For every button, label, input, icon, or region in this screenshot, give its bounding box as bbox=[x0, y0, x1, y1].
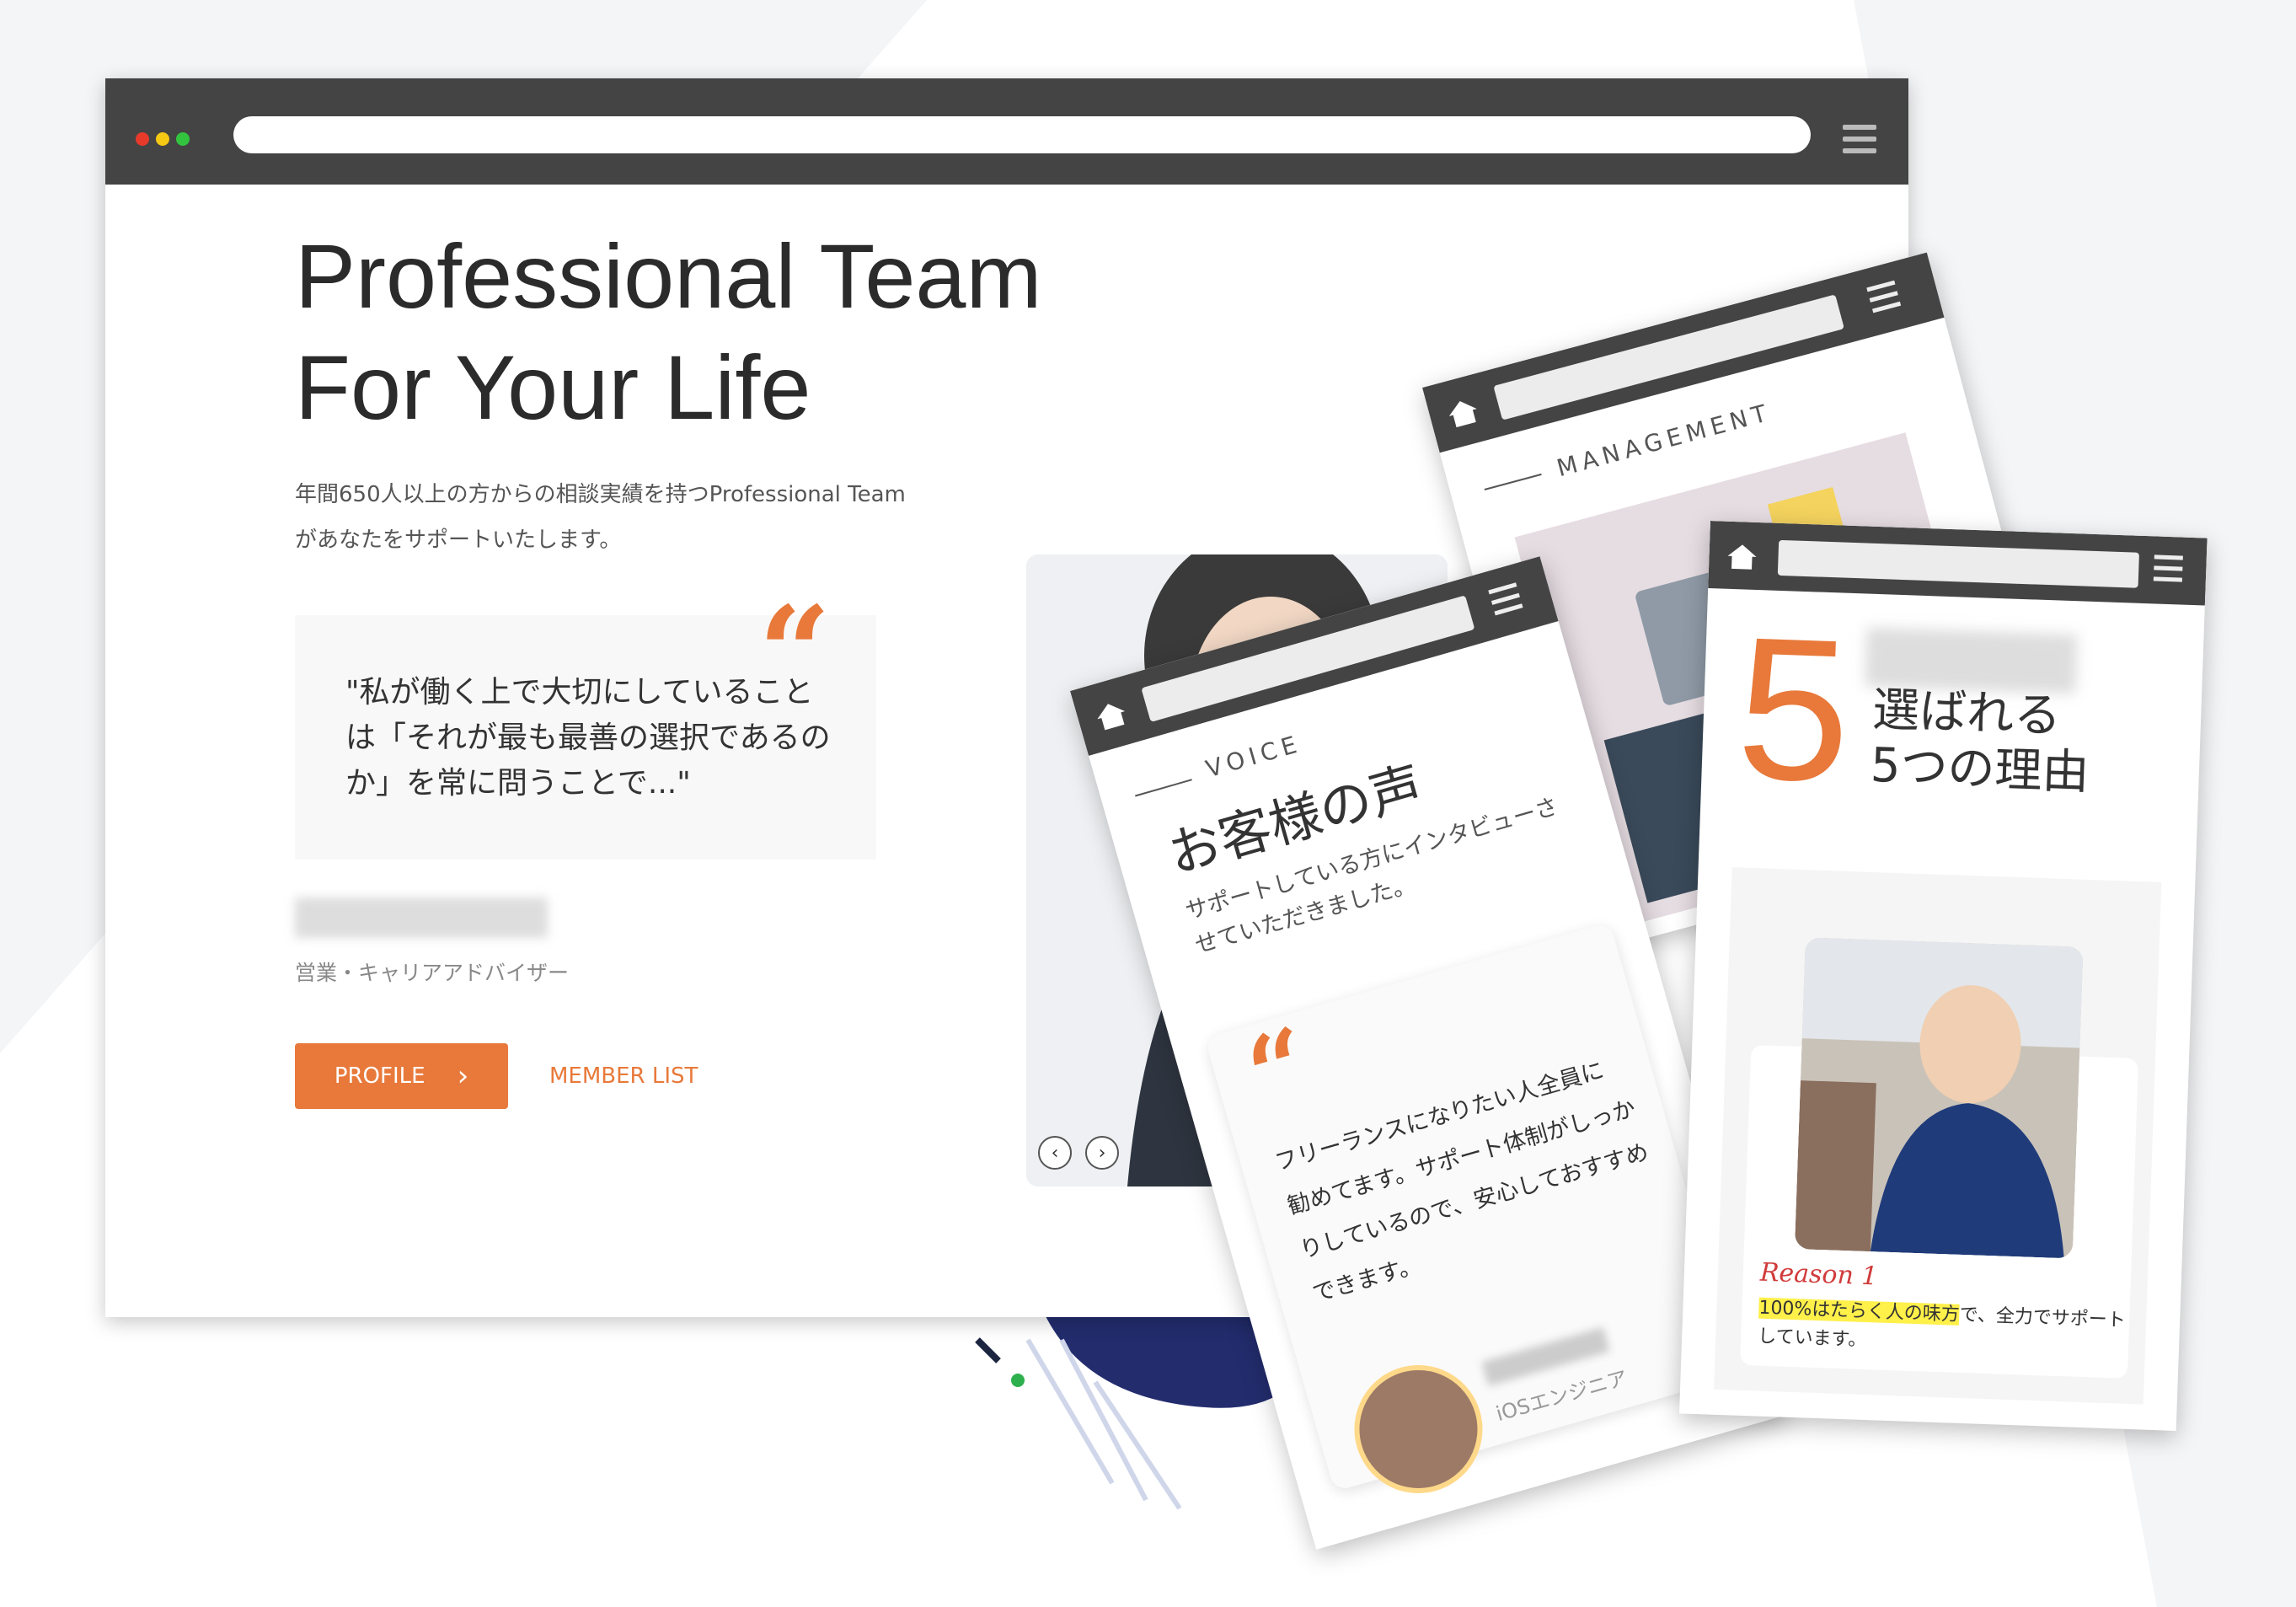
hero-title-line1: Professional Team bbox=[295, 225, 1042, 327]
member-role: 営業・キャリアアドバイザー bbox=[295, 961, 570, 985]
address-bar[interactable] bbox=[233, 116, 1811, 153]
hero-title: Professional Team For Your Life bbox=[295, 221, 1137, 443]
eyebrow-rule bbox=[1135, 779, 1192, 797]
reason-highlight: 100%はたらく人の味方 bbox=[1758, 1297, 1961, 1326]
menu-icon[interactable] bbox=[1488, 582, 1524, 622]
home-icon[interactable] bbox=[1444, 394, 1483, 431]
reasons-heading-line1: 選ばれる bbox=[1871, 682, 2063, 744]
quote-text: "私が働く上で大切にしていることは「それが最も最善の選択であるのか」を常に問うこ… bbox=[345, 675, 831, 801]
home-icon[interactable] bbox=[1726, 542, 1758, 571]
profile-button-label: PROFILE bbox=[334, 1063, 425, 1089]
menu-icon[interactable] bbox=[1843, 125, 1876, 153]
carousel-prev-button[interactable]: ‹ bbox=[1038, 1136, 1072, 1170]
browser-toolbar bbox=[105, 78, 1908, 185]
carousel-next-button[interactable]: › bbox=[1085, 1136, 1119, 1170]
reasons-phone: 5 選ばれる 5つの理由 Reason 1 100%はたらく人の味方で、全力でサ… bbox=[1679, 521, 2208, 1431]
reasons-heading-line2: 5つの理由 bbox=[1869, 737, 2090, 801]
maximize-dot[interactable] bbox=[176, 132, 190, 146]
big-number: 5 bbox=[1733, 594, 1854, 824]
hero-title-line2: For Your Life bbox=[295, 336, 811, 438]
profile-button[interactable]: PROFILE › bbox=[295, 1043, 508, 1109]
consultant-illustration bbox=[1794, 937, 2084, 1259]
reasons-heading: 選ばれる 5つの理由 bbox=[1870, 683, 2092, 801]
close-dot[interactable] bbox=[136, 132, 149, 146]
eyebrow-rule bbox=[1484, 473, 1542, 490]
hero-subtitle-line1: 年間650人以上の方からの相談実績を持つProfessional Team bbox=[295, 482, 906, 507]
menu-icon[interactable] bbox=[2153, 554, 2183, 588]
reason-label: Reason 1 bbox=[1759, 1257, 1879, 1292]
minimize-dot[interactable] bbox=[156, 132, 169, 146]
phone-address-bar[interactable] bbox=[1777, 539, 2139, 588]
voice-eyebrow: VOICE bbox=[1202, 729, 1305, 784]
home-icon[interactable] bbox=[1092, 697, 1131, 733]
reason-photo bbox=[1794, 937, 2084, 1259]
hero-subtitle-line2: があなたをサポートいたします。 bbox=[295, 528, 622, 553]
member-list-link[interactable]: MEMBER LIST bbox=[549, 1063, 698, 1089]
chevron-right-icon: › bbox=[457, 1059, 469, 1093]
menu-icon[interactable] bbox=[1866, 280, 1903, 319]
hero-subtitle: 年間650人以上の方からの相談実績を持つProfessional Team があ… bbox=[295, 472, 952, 563]
blurred-name bbox=[295, 897, 548, 938]
